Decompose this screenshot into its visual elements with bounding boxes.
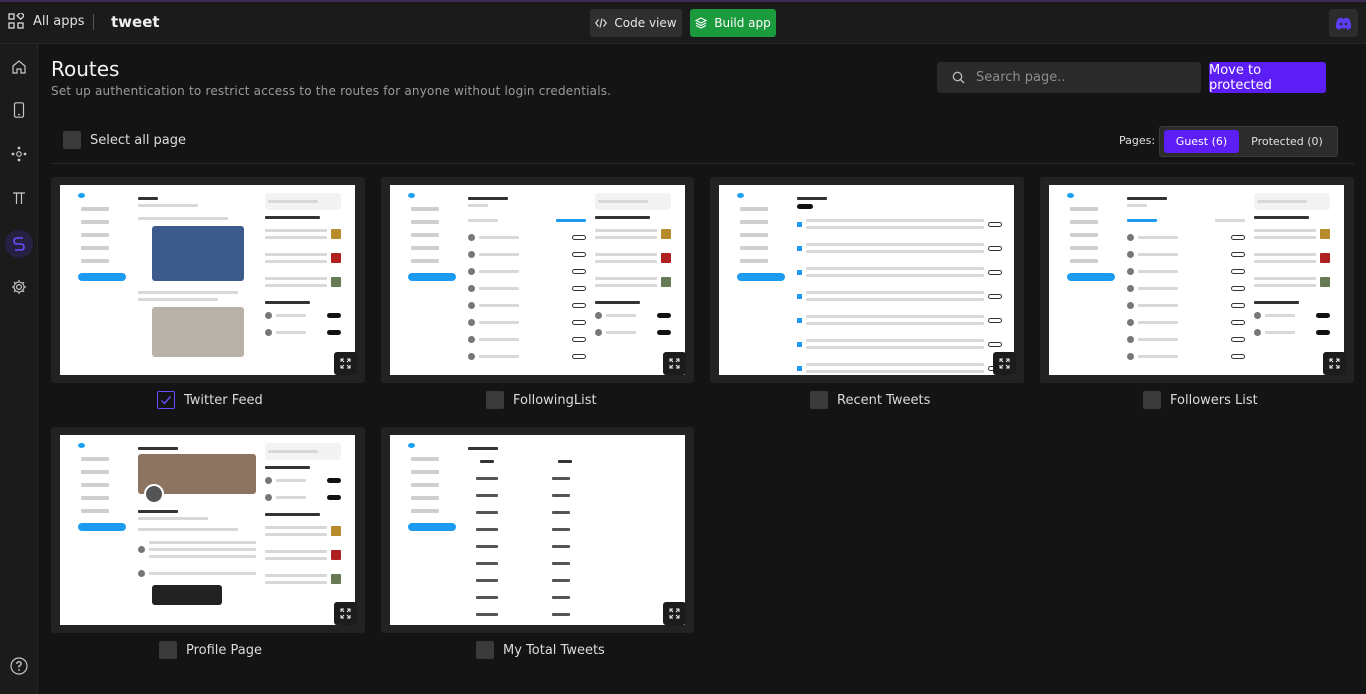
search-box	[937, 62, 1201, 93]
route-name: Twitter Feed	[184, 392, 263, 408]
route-preview	[390, 185, 685, 375]
routes-icon[interactable]	[5, 230, 33, 258]
tab-guest[interactable]: Guest (6)	[1164, 130, 1239, 153]
code-view-label: Code view	[614, 16, 677, 30]
home-icon[interactable]	[9, 57, 29, 77]
route-label-my-total-tweets[interactable]: My Total Tweets	[476, 641, 605, 659]
select-all-label: Select all page	[90, 132, 187, 148]
move-to-protected-button[interactable]: Move to protected	[1209, 62, 1326, 93]
expand-preview-button[interactable]	[334, 352, 357, 375]
pages-toggle: Guest (6) Protected (0)	[1159, 126, 1338, 157]
expand-preview-button[interactable]	[334, 602, 357, 625]
workflow-icon[interactable]	[9, 144, 29, 164]
route-preview	[60, 435, 355, 625]
code-icon	[595, 18, 608, 28]
grid-apps-icon	[8, 13, 24, 29]
build-app-label: Build app	[714, 16, 771, 30]
check-icon	[161, 396, 172, 405]
route-label-following-list[interactable]: FollowingList	[486, 391, 597, 409]
route-preview	[390, 435, 685, 625]
top-bar: All apps tweet Code view Build app	[0, 0, 1366, 44]
route-card-my-total-tweets[interactable]	[381, 427, 694, 633]
route-label-followers-list[interactable]: Followers List	[1143, 391, 1258, 409]
discord-button[interactable]	[1329, 9, 1358, 37]
route-checkbox[interactable]	[1143, 391, 1161, 409]
select-all[interactable]: Select all page	[63, 131, 186, 149]
route-card-twitter-feed[interactable]	[51, 177, 365, 383]
all-apps-link[interactable]: All apps	[8, 13, 85, 29]
expand-icon	[340, 358, 351, 369]
route-card-followers-list[interactable]	[1040, 177, 1354, 383]
sidebar	[0, 44, 38, 694]
route-checkbox[interactable]	[159, 641, 177, 659]
settings-icon[interactable]	[9, 277, 29, 297]
expand-preview-button[interactable]	[1323, 352, 1346, 375]
expand-preview-button[interactable]	[993, 352, 1016, 375]
route-checkbox[interactable]	[486, 391, 504, 409]
route-card-profile-page[interactable]	[51, 427, 365, 633]
route-preview	[60, 185, 355, 375]
expand-icon	[999, 358, 1010, 369]
route-checkbox-checked[interactable]	[157, 391, 175, 409]
route-preview	[1049, 185, 1344, 375]
route-name: FollowingList	[513, 392, 597, 408]
route-label-twitter-feed[interactable]: Twitter Feed	[157, 391, 263, 409]
code-view-button[interactable]: Code view	[590, 9, 682, 37]
build-app-button[interactable]: Build app	[690, 9, 776, 37]
route-checkbox[interactable]	[810, 391, 828, 409]
pages-label: Pages:	[1119, 134, 1156, 147]
route-preview	[719, 185, 1014, 375]
search-input[interactable]	[976, 70, 1186, 85]
route-checkbox[interactable]	[476, 641, 494, 659]
route-label-profile-page[interactable]: Profile Page	[159, 641, 262, 659]
typography-icon[interactable]	[9, 188, 29, 208]
expand-icon	[1329, 358, 1340, 369]
header-divider	[51, 163, 1354, 164]
discord-icon	[1335, 17, 1352, 30]
route-label-recent-tweets[interactable]: Recent Tweets	[810, 391, 930, 409]
expand-icon	[669, 608, 680, 619]
mobile-icon[interactable]	[9, 100, 29, 120]
expand-icon	[669, 358, 680, 369]
tab-protected[interactable]: Protected (0)	[1244, 130, 1330, 153]
route-name: Recent Tweets	[837, 392, 931, 408]
select-all-checkbox[interactable]	[63, 131, 81, 149]
app-name: tweet	[111, 13, 160, 31]
route-name: Profile Page	[186, 642, 263, 658]
expand-preview-button[interactable]	[663, 352, 686, 375]
expand-icon	[340, 608, 351, 619]
page-title: Routes	[51, 57, 120, 81]
topbar-divider	[93, 14, 94, 30]
route-card-recent-tweets[interactable]	[710, 177, 1024, 383]
route-name: Followers List	[1170, 392, 1258, 408]
help-icon[interactable]	[9, 656, 29, 676]
page-subtitle: Set up authentication to restrict access…	[51, 84, 612, 98]
route-card-following-list[interactable]	[381, 177, 694, 383]
all-apps-label: All apps	[33, 13, 85, 29]
search-icon	[952, 71, 965, 84]
layers-icon	[695, 17, 708, 29]
route-name: My Total Tweets	[503, 642, 605, 658]
expand-preview-button[interactable]	[663, 602, 686, 625]
